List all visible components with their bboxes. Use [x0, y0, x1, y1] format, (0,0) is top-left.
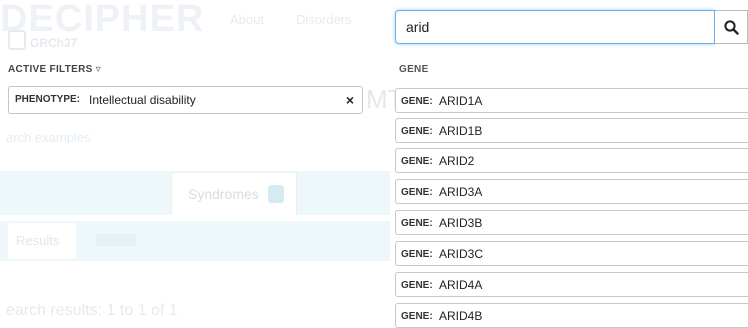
site-logo[interactable]: DECIPHER [0, 0, 204, 38]
suggestion-key: GENE: [401, 311, 433, 322]
results-extra-control[interactable] [96, 234, 136, 246]
filter-value: Intellectual disability [89, 93, 196, 107]
suggestion-value: ARID4A [439, 278, 483, 292]
assembly-label: GRCh37 [30, 36, 78, 50]
suggestion-item[interactable]: GENE: ARID4B [395, 303, 748, 328]
autocomplete-dropdown: GENE GENE: ARID1A GENE: ARID1B GENE: ARID2 … [395, 52, 748, 328]
search-bar [395, 10, 748, 44]
suggestion-item[interactable]: GENE: ARID2 [395, 148, 748, 173]
syndromes-count-badge [268, 185, 284, 203]
search-icon [724, 20, 739, 35]
suggestion-key: GENE: [401, 280, 433, 291]
suggestion-key: GENE: [401, 218, 433, 229]
suggestion-key: GENE: [401, 156, 433, 167]
filter-icon: ▿ [95, 64, 101, 75]
filter-key: PHENOTYPE: [15, 94, 81, 105]
dropdown-group-header: GENE [399, 64, 429, 75]
logo-mark-icon [8, 30, 26, 50]
tab-syndromes[interactable]: Syndromes [171, 172, 297, 215]
suggestion-key: GENE: [401, 249, 433, 260]
suggestion-value: ARID4B [439, 309, 483, 323]
suggestion-item[interactable]: GENE: ARID3A [395, 179, 748, 204]
search-examples-link[interactable]: arch examples [6, 130, 91, 145]
nav-about[interactable]: About [230, 12, 264, 27]
suggestion-item[interactable]: GENE: ARID1A [395, 88, 748, 113]
search-input[interactable] [395, 10, 715, 44]
suggestion-key: GENE: [401, 96, 433, 107]
suggestion-value: ARID1A [439, 94, 483, 108]
phenotype-filter-chip[interactable]: PHENOTYPE: Intellectual disability × [8, 86, 363, 114]
active-filters-label: ACTIVE FILTERS [8, 64, 93, 75]
suggestion-value: ARID2 [439, 154, 475, 168]
suggestion-value: ARID3B [439, 216, 483, 230]
remove-filter-icon[interactable]: × [346, 92, 354, 108]
suggestion-key: GENE: [401, 187, 433, 198]
suggestion-key: GENE: [401, 126, 433, 137]
suggestion-item[interactable]: GENE: ARID1B [395, 118, 748, 143]
suggestion-value: ARID1B [439, 124, 483, 138]
search-results-summary: earch results: 1 to 1 of 1 [6, 302, 178, 319]
tab-syndromes-label: Syndromes [188, 186, 259, 202]
results-button-label: Results [16, 233, 60, 248]
suggestion-item[interactable]: GENE: ARID4A [395, 272, 748, 297]
results-button[interactable]: Results [8, 223, 76, 259]
search-button[interactable] [715, 10, 748, 44]
active-filters-heading: ACTIVE FILTERS ▿ [8, 64, 101, 75]
suggestion-item[interactable]: GENE: ARID3C [395, 241, 748, 266]
nav-disorders[interactable]: Disorders [296, 12, 352, 27]
suggestion-value: ARID3C [439, 247, 484, 261]
suggestion-value: ARID3A [439, 185, 483, 199]
suggestion-item[interactable]: GENE: ARID3B [395, 210, 748, 235]
